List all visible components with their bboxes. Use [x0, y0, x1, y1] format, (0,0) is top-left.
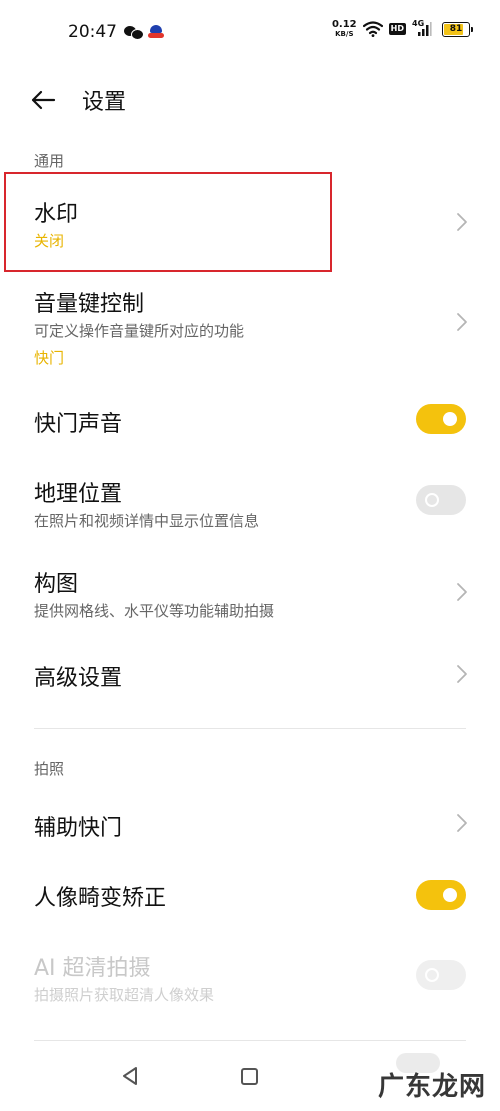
setting-row-assist-shutter[interactable]: 辅助快门 — [0, 794, 500, 854]
composition-title: 构图 — [34, 572, 79, 597]
status-app-icons — [124, 24, 164, 40]
setting-row-composition[interactable]: 构图 提供网格线、水平仪等功能辅助拍摄 — [0, 556, 500, 636]
toggle-knob — [443, 412, 457, 426]
watermark-overlay: 广东龙网 — [377, 1072, 486, 1102]
hd-badge: HD — [388, 23, 406, 35]
battery-icon: 81 — [442, 21, 473, 37]
chevron-right-icon — [457, 665, 467, 683]
arrow-left-icon — [31, 90, 56, 110]
portrait-distortion-title: 人像畸变矫正 — [34, 886, 167, 911]
composition-subtitle: 提供网格线、水平仪等功能辅助拍摄 — [34, 602, 275, 620]
list-divider — [34, 1040, 466, 1041]
setting-row-volume-key[interactable]: 音量键控制 可定义操作音量键所对应的功能 快门 — [0, 270, 500, 380]
nav-home-icon[interactable] — [241, 1068, 258, 1085]
net-speed: 0.12 KB/S — [332, 20, 357, 38]
setting-row-shutter-sound[interactable]: 快门声音 — [0, 386, 500, 452]
location-subtitle: 在照片和视频详情中显示位置信息 — [34, 512, 260, 530]
ai-hd-subtitle: 拍摄照片获取超清人像效果 — [34, 986, 215, 1004]
chevron-right-icon — [457, 313, 467, 331]
section-label-general: 通用 — [34, 152, 65, 170]
toggle-knob — [443, 888, 457, 902]
net-speed-unit: KB/S — [335, 30, 354, 38]
ai-hd-toggle — [416, 960, 466, 990]
page-title: 设置 — [82, 90, 127, 115]
toggle-knob — [425, 493, 439, 507]
setting-row-ai-hd: AI 超清拍摄 拍摄照片获取超清人像效果 — [0, 940, 500, 1020]
nav-back-icon[interactable] — [120, 1065, 140, 1087]
section-label-photo: 拍照 — [34, 760, 65, 778]
highlight-box — [4, 172, 332, 272]
wifi-icon — [362, 21, 383, 37]
status-indicators: 0.12 KB/S HD 4G 81 — [332, 19, 473, 38]
wechat-icon — [124, 25, 144, 40]
signal-icon: 4G — [412, 19, 432, 37]
net-speed-value: 0.12 — [331, 19, 357, 30]
setting-row-portrait-distortion[interactable]: 人像畸变矫正 — [0, 862, 500, 928]
back-button[interactable] — [30, 86, 58, 114]
header: 设置 — [0, 80, 500, 120]
chevron-right-icon — [457, 583, 467, 601]
chevron-right-icon — [457, 814, 467, 832]
volume-key-subtitle: 可定义操作音量键所对应的功能 — [34, 322, 245, 340]
location-toggle[interactable] — [416, 485, 466, 515]
assist-shutter-title: 辅助快门 — [34, 816, 123, 841]
shutter-sound-title: 快门声音 — [34, 412, 123, 437]
status-bar: 20:47 0.12 KB/S HD 4G 81 — [0, 0, 500, 66]
volume-key-title: 音量键控制 — [34, 292, 145, 317]
ai-hd-title: AI 超清拍摄 — [34, 956, 151, 981]
status-time: 20:47 — [68, 22, 117, 42]
setting-row-location[interactable]: 地理位置 在照片和视频详情中显示位置信息 — [0, 466, 500, 546]
setting-row-advanced[interactable]: 高级设置 — [0, 644, 500, 710]
battery-level: 81 — [449, 24, 463, 34]
chevron-right-icon — [457, 213, 467, 231]
toggle-knob — [425, 968, 439, 982]
location-title: 地理位置 — [34, 482, 123, 507]
volume-key-value: 快门 — [34, 349, 65, 367]
network-type-label: 4G — [412, 19, 425, 28]
advanced-title: 高级设置 — [34, 666, 123, 691]
app-icon — [148, 24, 164, 40]
portrait-distortion-toggle[interactable] — [416, 880, 466, 910]
section-divider — [34, 728, 466, 729]
shutter-sound-toggle[interactable] — [416, 404, 466, 434]
